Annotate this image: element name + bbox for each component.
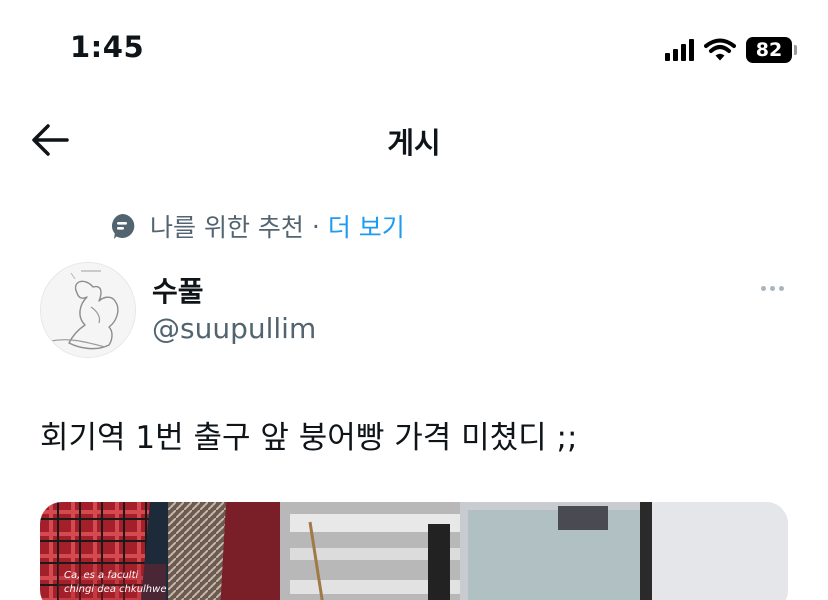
- wifi-icon: [704, 38, 736, 61]
- sign-text-line2: chingi dea chkulhwe: [64, 584, 166, 595]
- avatar[interactable]: [40, 262, 136, 358]
- tweet-text: 회기역 1번 출구 앞 붕어빵 가격 미쳤디 ;;: [40, 420, 578, 456]
- author-display-name[interactable]: 수풀: [152, 270, 204, 310]
- see-more-link[interactable]: 더 보기: [328, 208, 405, 244]
- more-options-button[interactable]: [752, 276, 792, 300]
- recommendation-separator: ·: [311, 211, 320, 241]
- author-handle[interactable]: @suupullim: [152, 312, 316, 345]
- recommendation-label: 나를 위한 추천: [150, 213, 304, 242]
- page-title: 게시: [387, 126, 441, 160]
- status-icons: 82: [665, 36, 797, 64]
- sign-text-line1: Ca, es a faculti: [64, 570, 138, 581]
- more-dots-icon: [760, 285, 766, 291]
- recommendation-row: 나를 위한 추천 · 더 보기: [108, 208, 405, 244]
- battery-level: 82: [755, 39, 783, 61]
- status-bar: 1:45 82: [0, 0, 828, 100]
- battery-icon: 82: [746, 37, 797, 63]
- nav-bar: 게시: [0, 100, 828, 180]
- message-bubble-icon: [108, 212, 136, 240]
- tweet-photo[interactable]: Ca, es a faculti chingi dea chkulhwe: [40, 502, 788, 600]
- cellular-signal-icon: [665, 39, 694, 61]
- status-time: 1:45: [70, 30, 145, 64]
